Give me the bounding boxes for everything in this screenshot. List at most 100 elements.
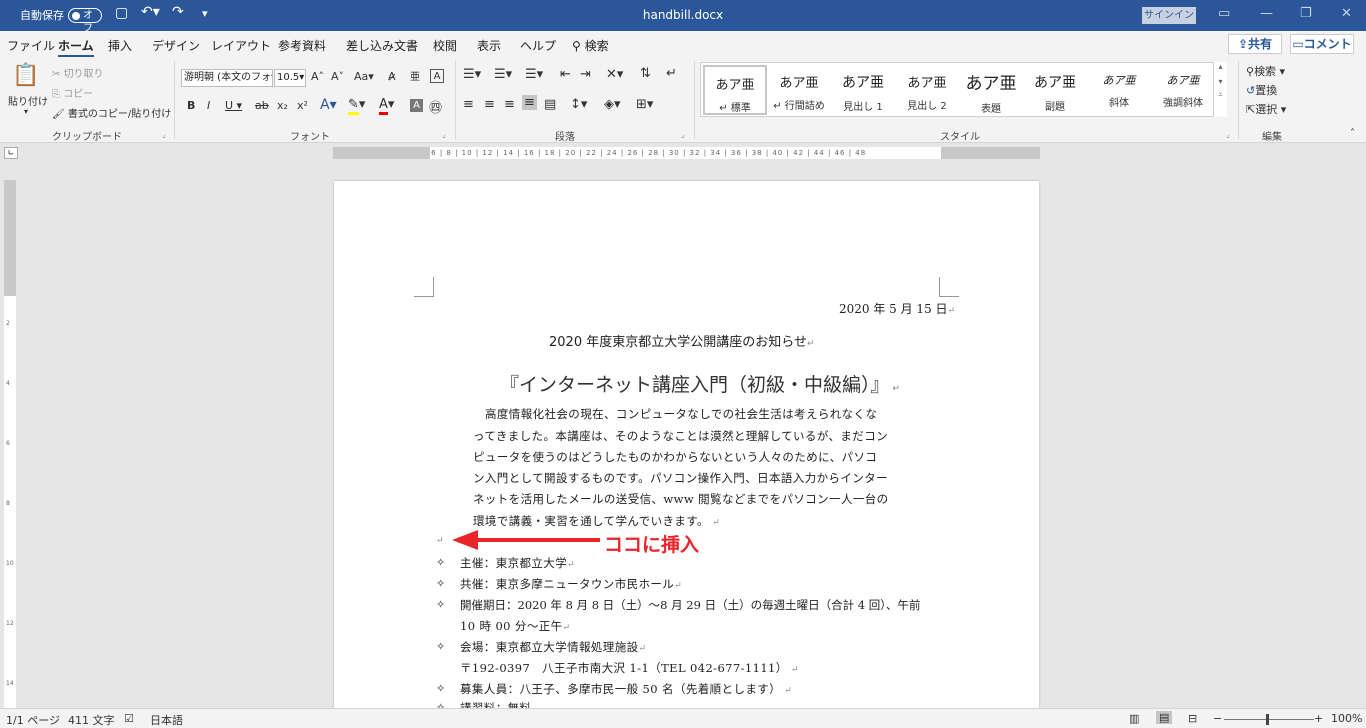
decrease-indent-icon[interactable]: ⇤ (560, 67, 571, 82)
tab-references[interactable]: 参考資料 (278, 37, 326, 54)
zoom-out-icon[interactable]: − (1213, 712, 1222, 725)
close-icon[interactable]: ✕ (1341, 6, 1352, 21)
page-count[interactable]: 1/1 ページ (6, 712, 60, 728)
tab-view[interactable]: 表示 (477, 37, 501, 54)
align-left-icon[interactable]: ≡ (463, 97, 474, 112)
tab-layout[interactable]: レイアウト (211, 37, 271, 54)
enclose-char-icon[interactable]: ㊃ (429, 97, 442, 116)
text-effects-icon[interactable]: A▾ (320, 97, 337, 113)
styles-scrollbar[interactable]: ▴ ▾ ⩡ (1213, 62, 1227, 117)
collapse-ribbon-icon[interactable]: ˄ (1350, 128, 1355, 139)
font-name-combo[interactable]: 游明朝 (本文のフォ▾ (181, 69, 273, 87)
show-marks-icon[interactable]: ↵ (666, 66, 677, 81)
sort-icon[interactable]: ⇅ (640, 66, 651, 81)
body-line[interactable]: 環境で講義・実習を通して学んでいきます。 ↵ (473, 513, 720, 529)
style-normal[interactable]: あア亜 ↵ 標準 (703, 65, 767, 115)
tab-insert[interactable]: 挿入 (108, 37, 132, 54)
clear-format-icon[interactable]: A̷ (388, 70, 396, 83)
document-page[interactable] (334, 181, 1039, 708)
change-case-icon[interactable]: Aa▾ (354, 70, 374, 83)
style-subtitle[interactable]: あア亜 副題 (1023, 65, 1087, 115)
body-line[interactable]: ピュータを使うのはどうしたものかわからないという人々のために、パソコ (473, 449, 877, 465)
style-title[interactable]: あア亜 表題 (959, 65, 1023, 115)
char-border-icon[interactable]: A (430, 69, 444, 83)
more-styles-icon[interactable]: ⩡ (1214, 90, 1227, 100)
zoom-slider[interactable] (1224, 719, 1314, 720)
text-direction-icon[interactable]: ✕▾ (606, 67, 623, 82)
multilevel-list-icon[interactable]: ☰▾ (525, 67, 543, 82)
tab-selector[interactable]: ∟ (4, 147, 18, 159)
justify-icon[interactable]: ≡ (522, 95, 537, 110)
tab-home[interactable]: ホーム (58, 37, 94, 57)
tab-help[interactable]: ヘルプ (520, 37, 556, 54)
phonetic-guide-icon[interactable]: 亜 (410, 68, 420, 83)
paste-button[interactable]: 貼り付け (8, 93, 48, 108)
format-painter-button[interactable]: 🖌 書式のコピー/貼り付け (52, 105, 171, 120)
cut-button[interactable]: ✂ 切り取り (52, 65, 104, 80)
word-count[interactable]: 411 文字 (68, 712, 115, 728)
bullet-item[interactable]: 開催期日：2020 年 8 月 8 日（土）～8 月 29 日（土）の毎週土曜日… (460, 597, 920, 613)
bullet-item[interactable]: 募集人員：八王子、多摩市民一般 50 名（先着順とします） ↵ (460, 681, 792, 697)
vertical-ruler[interactable]: 2 4 6 8 10 12 14 (4, 180, 16, 708)
grow-font-icon[interactable]: A˄ (311, 70, 324, 83)
replace-button[interactable]: ↺置換 (1246, 82, 1277, 98)
align-right-icon[interactable]: ≡ (504, 97, 515, 112)
body-line[interactable]: 高度情報化社会の現在、コンピュータなしでの社会生活は考えられなくな (485, 406, 877, 422)
paste-dropdown-icon[interactable]: ▾ (24, 107, 28, 116)
tab-file[interactable]: ファイル (7, 37, 55, 54)
horizontal-ruler[interactable]: 8 | 6 | 4 | 2 | | 2 | 4 | 6 | 8 | 10 | 1… (333, 147, 1040, 159)
tab-mailings[interactable]: 差し込み文書 (346, 37, 418, 54)
body-line[interactable]: ってきました。本講座は、そのようなことは漠然と理解しているが、まだコン (473, 428, 888, 444)
style-heading-1[interactable]: あア亜 見出し 1 (831, 65, 895, 115)
document-date[interactable]: 2020 年 5 月 15 日↵ (839, 300, 955, 317)
signin-button[interactable]: サインイン (1142, 7, 1196, 24)
superscript-icon[interactable]: x² (297, 99, 308, 112)
italic-icon[interactable]: I (207, 99, 210, 112)
style-heading-2[interactable]: あア亜 見出し 2 (895, 65, 959, 115)
char-shading-icon[interactable]: A (410, 99, 423, 112)
paragraph-launcher-icon[interactable]: ⌟ (681, 130, 685, 139)
align-center-icon[interactable]: ≡ (484, 97, 495, 112)
web-layout-icon[interactable]: ⊟ (1188, 712, 1197, 725)
style-intense-emphasis[interactable]: あア亜 強調斜体 (1151, 65, 1215, 115)
numbering-icon[interactable]: ☰▾ (494, 67, 512, 82)
bullet-item[interactable]: 共催：東京多摩ニュータウン市民ホール↵ (460, 576, 682, 592)
find-button[interactable]: ⚲検索 ▾ (1246, 63, 1285, 79)
subscript-icon[interactable]: x₂ (277, 99, 288, 112)
zoom-in-icon[interactable]: + (1314, 712, 1323, 725)
minimize-icon[interactable]: — (1260, 6, 1273, 21)
font-launcher-icon[interactable]: ⌟ (442, 130, 446, 139)
styles-launcher-icon[interactable]: ⌟ (1226, 130, 1230, 139)
font-size-combo[interactable]: 10.5▾ (274, 69, 306, 87)
print-layout-icon[interactable]: ▤ (1156, 711, 1173, 724)
style-no-spacing[interactable]: あア亜 ↵ 行間詰め (767, 65, 831, 115)
underline-icon[interactable]: U ▾ (225, 99, 242, 112)
share-button[interactable]: ⇪共有 (1228, 34, 1282, 54)
distributed-icon[interactable]: ▤ (544, 97, 556, 112)
paste-icon[interactable]: 📋 (12, 63, 39, 88)
zoom-slider-thumb[interactable] (1266, 714, 1269, 725)
proofing-icon[interactable]: ☑ (124, 712, 134, 725)
zoom-level[interactable]: 100% (1331, 712, 1362, 725)
copy-button[interactable]: ⎘ コピー (52, 85, 93, 100)
strikethrough-icon[interactable]: ab (255, 99, 269, 112)
document-subtitle[interactable]: 2020 年度東京都立大学公開講座のお知らせ↵ (549, 331, 815, 350)
bullet-item-continued[interactable]: 〒192-0397 八王子市南大沢 1-1（TEL 042-677-1111） … (460, 660, 799, 676)
select-button[interactable]: ⇱選択 ▾ (1246, 101, 1286, 117)
tell-me-search[interactable]: ⚲ 検索 (572, 37, 609, 54)
body-line[interactable]: ネットを活用したメールの送受信、www 閲覧などまでをパソコン一人一台の (473, 491, 889, 507)
tab-design[interactable]: デザイン (152, 37, 200, 54)
line-spacing-icon[interactable]: ↕▾ (570, 97, 587, 112)
increase-indent-icon[interactable]: ⇥ (580, 67, 591, 82)
bold-icon[interactable]: B (187, 99, 195, 112)
style-emphasis[interactable]: あア亜 斜体 (1087, 65, 1151, 115)
body-line[interactable]: ン入門として開設するものです。パソコン操作入門、日本語入力からインター (473, 470, 888, 486)
bullet-item-continued[interactable]: 10 時 00 分～正午↵ (460, 618, 571, 634)
read-mode-icon[interactable]: ▥ (1129, 712, 1139, 725)
scroll-up-icon[interactable]: ▴ (1214, 62, 1227, 71)
borders-icon[interactable]: ⊞▾ (636, 97, 653, 112)
font-color-icon[interactable]: A▾ (379, 97, 394, 115)
empty-paragraph-mark[interactable]: ↵ (436, 536, 444, 546)
document-title-heading[interactable]: 『インターネット講座入門（初級・中級編）』 ↵ (500, 370, 900, 397)
restore-icon[interactable]: ❐ (1300, 6, 1312, 21)
